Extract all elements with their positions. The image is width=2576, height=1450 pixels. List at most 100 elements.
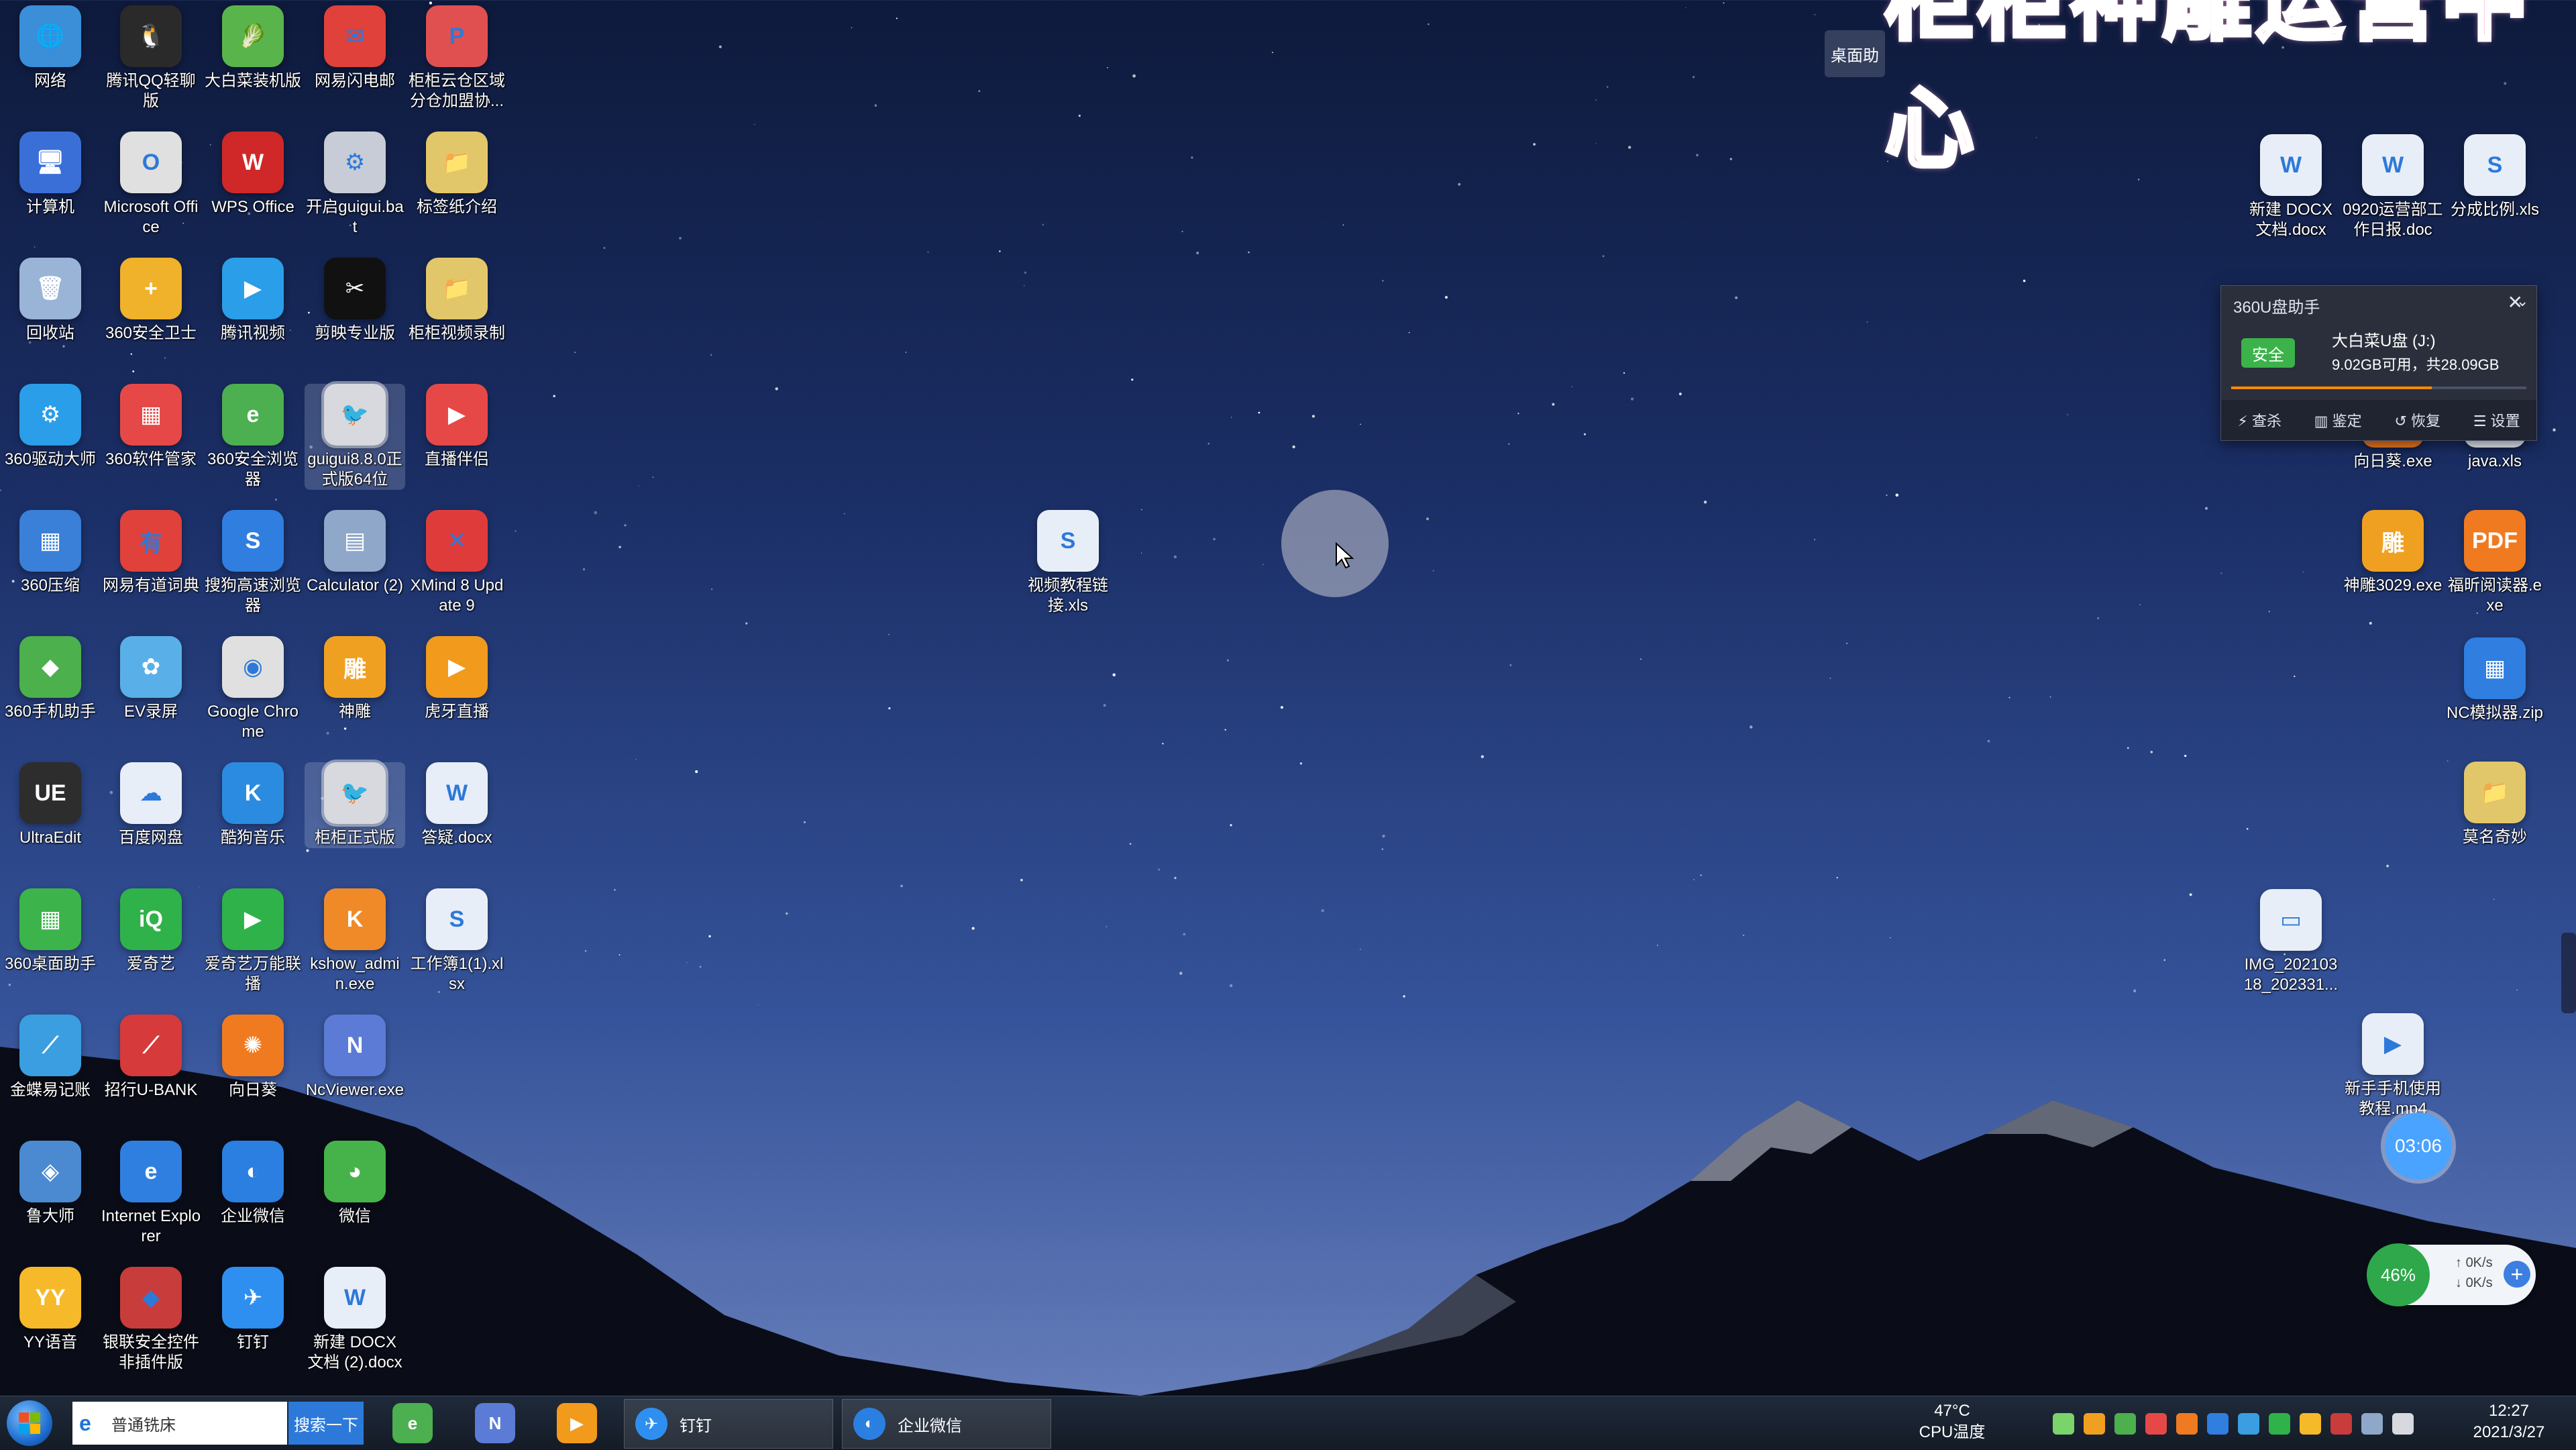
desktop-icon[interactable]: 🥬 大白菜装机版: [203, 5, 303, 91]
desktop-icon[interactable]: S 分成比例.xls: [2445, 134, 2545, 220]
tray-app-icon[interactable]: [2176, 1413, 2198, 1435]
task-dingtalk[interactable]: ✈ 钉钉: [624, 1399, 833, 1449]
desktop-icon[interactable]: S 工作簿1(1).xlsx: [407, 888, 507, 994]
tray-app-icon[interactable]: [2145, 1413, 2167, 1435]
star: [874, 104, 877, 107]
desktop-icon[interactable]: W 0920运营部工作日报.doc: [2343, 134, 2443, 240]
desktop-icon[interactable]: ▦ 360软件管家: [101, 384, 201, 470]
desktop-icon[interactable]: ▤ Calculator (2): [305, 510, 405, 596]
desktop-icon[interactable]: e Internet Explorer: [101, 1141, 201, 1247]
tray-app-icon[interactable]: [2300, 1413, 2321, 1435]
task-wecom[interactable]: ◐ 企业微信: [842, 1399, 1051, 1449]
star: [2246, 827, 2249, 830]
desktop-icon[interactable]: ✕ XMind 8 Update 9: [407, 510, 507, 616]
desktop-icon[interactable]: ▦ 360压缩: [0, 510, 101, 596]
tray-app-icon[interactable]: [2330, 1413, 2352, 1435]
network-icon[interactable]: [2361, 1413, 2383, 1435]
identify-button[interactable]: ▥ 鉴定: [2314, 409, 2362, 431]
scan-button[interactable]: ⚡ 查杀: [2237, 409, 2282, 431]
desktop-icon[interactable]: ✂ 剪映专业版: [305, 258, 405, 344]
star: [1735, 296, 1738, 299]
desktop-icon[interactable]: ▦ NC模拟器.zip: [2445, 637, 2545, 723]
desktop-icon[interactable]: ◈ 鲁大师: [0, 1141, 101, 1227]
desktop-icon[interactable]: ▶ 直播伴侣: [407, 384, 507, 470]
desktop-icon[interactable]: ▶ 虎牙直播: [407, 636, 507, 722]
tray-app-icon[interactable]: [2238, 1413, 2259, 1435]
desktop-icon[interactable]: W 答疑.docx: [407, 762, 507, 848]
desktop-icon[interactable]: ▦ 360桌面助手: [0, 888, 101, 974]
desktop-icon[interactable]: S 搜狗高速浏览器: [203, 510, 303, 616]
edge-scroll-handle[interactable]: [2561, 933, 2576, 1013]
desktop-icon[interactable]: ✺ 向日葵: [203, 1015, 303, 1100]
tray-app-icon[interactable]: [2114, 1413, 2136, 1435]
desktop-icon[interactable]: UE UltraEdit: [0, 762, 101, 848]
desktop-icon[interactable]: W 新建 DOCX 文档.docx: [2241, 134, 2341, 240]
desktop-icon[interactable]: ◕ 微信: [305, 1141, 405, 1227]
settings-button[interactable]: ☰ 设置: [2473, 409, 2520, 431]
desktop-icon[interactable]: 📁 标签纸介绍: [407, 132, 507, 217]
desktop-icon[interactable]: 雕神雕: [305, 636, 405, 722]
search-button[interactable]: 搜索一下: [288, 1402, 364, 1445]
desktop-icon[interactable]: W 新建 DOCX 文档 (2).docx: [305, 1267, 405, 1373]
desktop-icon[interactable]: 雕神雕3029.exe: [2343, 510, 2443, 596]
desktop-icon[interactable]: ◆ 360手机助手: [0, 636, 101, 722]
desktop-icon[interactable]: iQ 爱奇艺: [101, 888, 201, 974]
volume-icon[interactable]: [2392, 1413, 2414, 1435]
desktop-icon[interactable]: ✿ EV录屏: [101, 636, 201, 722]
desktop-icon[interactable]: S 视频教程链接.xls: [1018, 510, 1118, 616]
desktop-icon[interactable]: ⚙ 开启guigui.bat: [305, 132, 405, 238]
start-button[interactable]: [7, 1400, 52, 1446]
desktop-icon-label: UltraEdit: [19, 829, 82, 847]
pinned-360-browser-icon[interactable]: e: [392, 1403, 433, 1443]
desktop-icon[interactable]: K 酷狗音乐: [203, 762, 303, 848]
desktop-icon[interactable]: e 360安全浏览器: [203, 384, 303, 490]
battery-icon[interactable]: [2053, 1413, 2074, 1435]
desktop-icon[interactable]: ▶ 爱奇艺万能联播: [203, 888, 303, 994]
desktop-icon[interactable]: 📁 莫名奇妙: [2445, 762, 2545, 847]
desktop-icon[interactable]: W WPS Office: [203, 132, 303, 217]
star: [1846, 642, 1848, 644]
tray-app-icon[interactable]: [2269, 1413, 2290, 1435]
desktop-icon[interactable]: P 柜柜云仓区域分仓加盟协...: [407, 5, 507, 111]
restore-button[interactable]: ↺ 恢复: [2394, 409, 2440, 431]
desktop-icon[interactable]: 🌐 网络: [0, 5, 101, 91]
desktop-icon[interactable]: ◐ 企业微信: [203, 1141, 303, 1227]
app-icon: ▦: [19, 510, 81, 572]
tray-app-icon[interactable]: [2084, 1413, 2105, 1435]
record-timer[interactable]: 03:06: [2385, 1112, 2452, 1180]
desktop-icon[interactable]: PDF 福昕阅读器.exe: [2445, 510, 2545, 616]
taskbar-search-input[interactable]: e 普通铣床: [72, 1402, 287, 1445]
desktop-icon[interactable]: ☁ 百度网盘: [101, 762, 201, 848]
desktop-icon[interactable]: ✉ 网易闪电邮: [305, 5, 405, 91]
desktop-icon[interactable]: YY YY语音: [0, 1267, 101, 1353]
star: [896, 17, 898, 19]
desktop-icon[interactable]: ▭ IMG_20210318_202331...: [2241, 889, 2341, 995]
desktop-icon[interactable]: 🐦 柜柜正式版: [305, 760, 405, 848]
desktop-icon[interactable]: ⟋ 招行U-BANK: [101, 1015, 201, 1100]
desktop-icon[interactable]: ⟋ 金蝶易记账: [0, 1015, 101, 1100]
desktop-icon[interactable]: ✈ 钉钉: [203, 1267, 303, 1353]
pinned-ncviewer-icon[interactable]: N: [475, 1403, 515, 1443]
pinned-huya-icon[interactable]: ▶: [557, 1403, 597, 1443]
desktop-icon[interactable]: ▶ 新手手机使用教程.mp4: [2343, 1013, 2443, 1119]
desktop-icon[interactable]: +360安全卫士: [101, 258, 201, 344]
boost-icon[interactable]: +: [2504, 1261, 2530, 1288]
desktop-icon[interactable]: ◉ Google Chrome: [203, 636, 303, 742]
clock[interactable]: 12:27 2021/3/27: [2449, 1400, 2569, 1443]
desktop-icon[interactable]: N NcViewer.exe: [305, 1015, 405, 1100]
desktop-icon[interactable]: 🗑 回收站: [0, 258, 101, 344]
desktop-icon[interactable]: ▶ 腾讯视频: [203, 258, 303, 344]
desktop-icon[interactable]: 有网易有道词典: [101, 510, 201, 596]
desktop-icon[interactable]: Kkshow_admin.exe: [305, 888, 405, 994]
desktop-icon[interactable]: 📁 柜柜视频录制: [407, 258, 507, 344]
desktop-icon[interactable]: ◆ 银联安全控件非插件版: [101, 1267, 201, 1373]
chevron-down-icon[interactable]: ⌄: [2516, 293, 2536, 310]
desktop-helper-tab[interactable]: 桌面助: [1825, 30, 1885, 77]
desktop-icon[interactable]: O Microsoft Office: [101, 132, 201, 238]
desktop-icon[interactable]: 🐧 腾讯QQ轻聊版: [101, 5, 201, 111]
desktop-icon[interactable]: 🖥 计算机: [0, 132, 101, 217]
tray-app-icon[interactable]: [2207, 1413, 2229, 1435]
desktop-icon[interactable]: ⚙ 360驱动大师: [0, 384, 101, 470]
desktop-icon[interactable]: 🐦 guigui8.8.0正式版64位: [305, 381, 405, 490]
network-monitor[interactable]: 46% ↑ 0K/s ↓ 0K/s +: [2367, 1243, 2536, 1306]
